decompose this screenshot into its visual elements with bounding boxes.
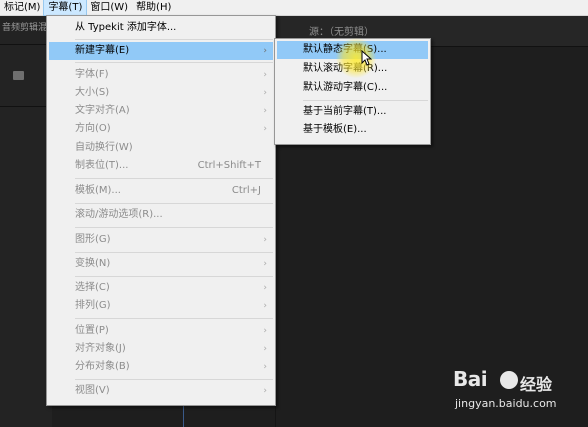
submenu-arrow-icon: ›	[263, 386, 267, 396]
submenu-arrow-icon: ›	[263, 259, 267, 269]
submenu-arrow-icon: ›	[263, 70, 267, 80]
menu-item-based-on-current[interactable]: 基于当前字幕(T)...	[277, 103, 428, 121]
menu-item-font[interactable]: 字体(F) ›	[49, 66, 273, 84]
menubar: 标记(M) 字幕(T) 窗口(W) 帮助(H)	[0, 0, 588, 16]
shortcut-label: Ctrl+J	[231, 185, 261, 196]
menu-item-transform[interactable]: 变换(N) ›	[49, 255, 273, 273]
menu-item-new-title[interactable]: 新建字幕(E) ›	[49, 42, 273, 60]
menu-item-distribute-objects[interactable]: 分布对象(B) ›	[49, 358, 273, 376]
menu-separator	[75, 379, 273, 380]
menu-item-graphic[interactable]: 图形(G) ›	[49, 231, 273, 249]
menu-title[interactable]: 字幕(T)	[43, 0, 88, 16]
watermark-logo-text: Bai	[453, 367, 488, 391]
menu-separator	[75, 227, 273, 228]
menu-item-select[interactable]: 选择(C) ›	[49, 279, 273, 297]
shortcut-label: Ctrl+Shift+T	[197, 160, 261, 171]
menu-separator	[75, 203, 273, 204]
menu-item-arrange[interactable]: 排列(G) ›	[49, 297, 273, 315]
submenu-arrow-icon: ›	[263, 344, 267, 354]
menu-separator	[75, 276, 273, 277]
menu-item-templates[interactable]: 模板(M)... Ctrl+J	[49, 182, 273, 200]
menu-item-view[interactable]: 视图(V) ›	[49, 382, 273, 400]
watermark-url: jingyan.baidu.com	[455, 397, 557, 410]
mouse-pointer-icon	[361, 50, 372, 66]
watermark-logo-suffix: 经验	[520, 375, 553, 394]
title-menu-dropdown: 从 Typekit 添加字体... 新建字幕(E) › 字体(F) › 大小(S…	[46, 15, 276, 406]
menu-marker[interactable]: 标记(M)	[0, 0, 44, 15]
panel-divider	[0, 106, 52, 107]
folder-icon[interactable]	[13, 71, 24, 80]
menu-item-word-wrap[interactable]: 自动换行(W)	[49, 139, 273, 157]
source-monitor-title[interactable]: 源：（无剪辑）	[309, 23, 374, 38]
menu-item-add-typekit-fonts[interactable]: 从 Typekit 添加字体...	[49, 19, 273, 37]
submenu-arrow-icon: ›	[263, 326, 267, 336]
audio-clip-mixer-panel: 音频剪辑混	[0, 16, 54, 427]
menu-separator	[75, 39, 273, 40]
submenu-arrow-icon: ›	[263, 301, 267, 311]
menu-item-roll-crawl-options[interactable]: 滚动/游动选项(R)...	[49, 206, 273, 224]
submenu-arrow-icon: ›	[263, 88, 267, 98]
menu-item-text-align[interactable]: 文字对齐(A) ›	[49, 102, 273, 120]
menu-item-align-objects[interactable]: 对齐对象(J) ›	[49, 340, 273, 358]
menu-separator	[75, 318, 273, 319]
menu-separator	[303, 100, 428, 101]
menu-separator	[75, 62, 273, 63]
submenu-arrow-icon: ›	[263, 106, 267, 116]
menu-window[interactable]: 窗口(W)	[86, 0, 132, 15]
menu-separator	[75, 178, 273, 179]
menu-item-size[interactable]: 大小(S) ›	[49, 84, 273, 102]
menu-separator	[75, 252, 273, 253]
submenu-arrow-icon: ›	[263, 283, 267, 293]
menu-item-based-on-template[interactable]: 基于模板(E)...	[277, 121, 428, 139]
baidu-jingyan-watermark: Bai 经验 jingyan.baidu.com	[453, 367, 583, 417]
menu-item-position[interactable]: 位置(P) ›	[49, 322, 273, 340]
menu-item-orientation[interactable]: 方向(O) ›	[49, 120, 273, 138]
submenu-arrow-icon: ›	[263, 46, 267, 56]
menu-help[interactable]: 帮助(H)	[132, 0, 175, 15]
menu-item-tab-stops[interactable]: 制表位(T)... Ctrl+Shift+T	[49, 157, 273, 175]
submenu-arrow-icon: ›	[263, 124, 267, 134]
submenu-arrow-icon: ›	[263, 362, 267, 372]
submenu-arrow-icon: ›	[263, 235, 267, 245]
menu-item-default-crawl[interactable]: 默认游动字幕(C)...	[277, 79, 428, 97]
baidu-paw-icon	[500, 371, 518, 389]
